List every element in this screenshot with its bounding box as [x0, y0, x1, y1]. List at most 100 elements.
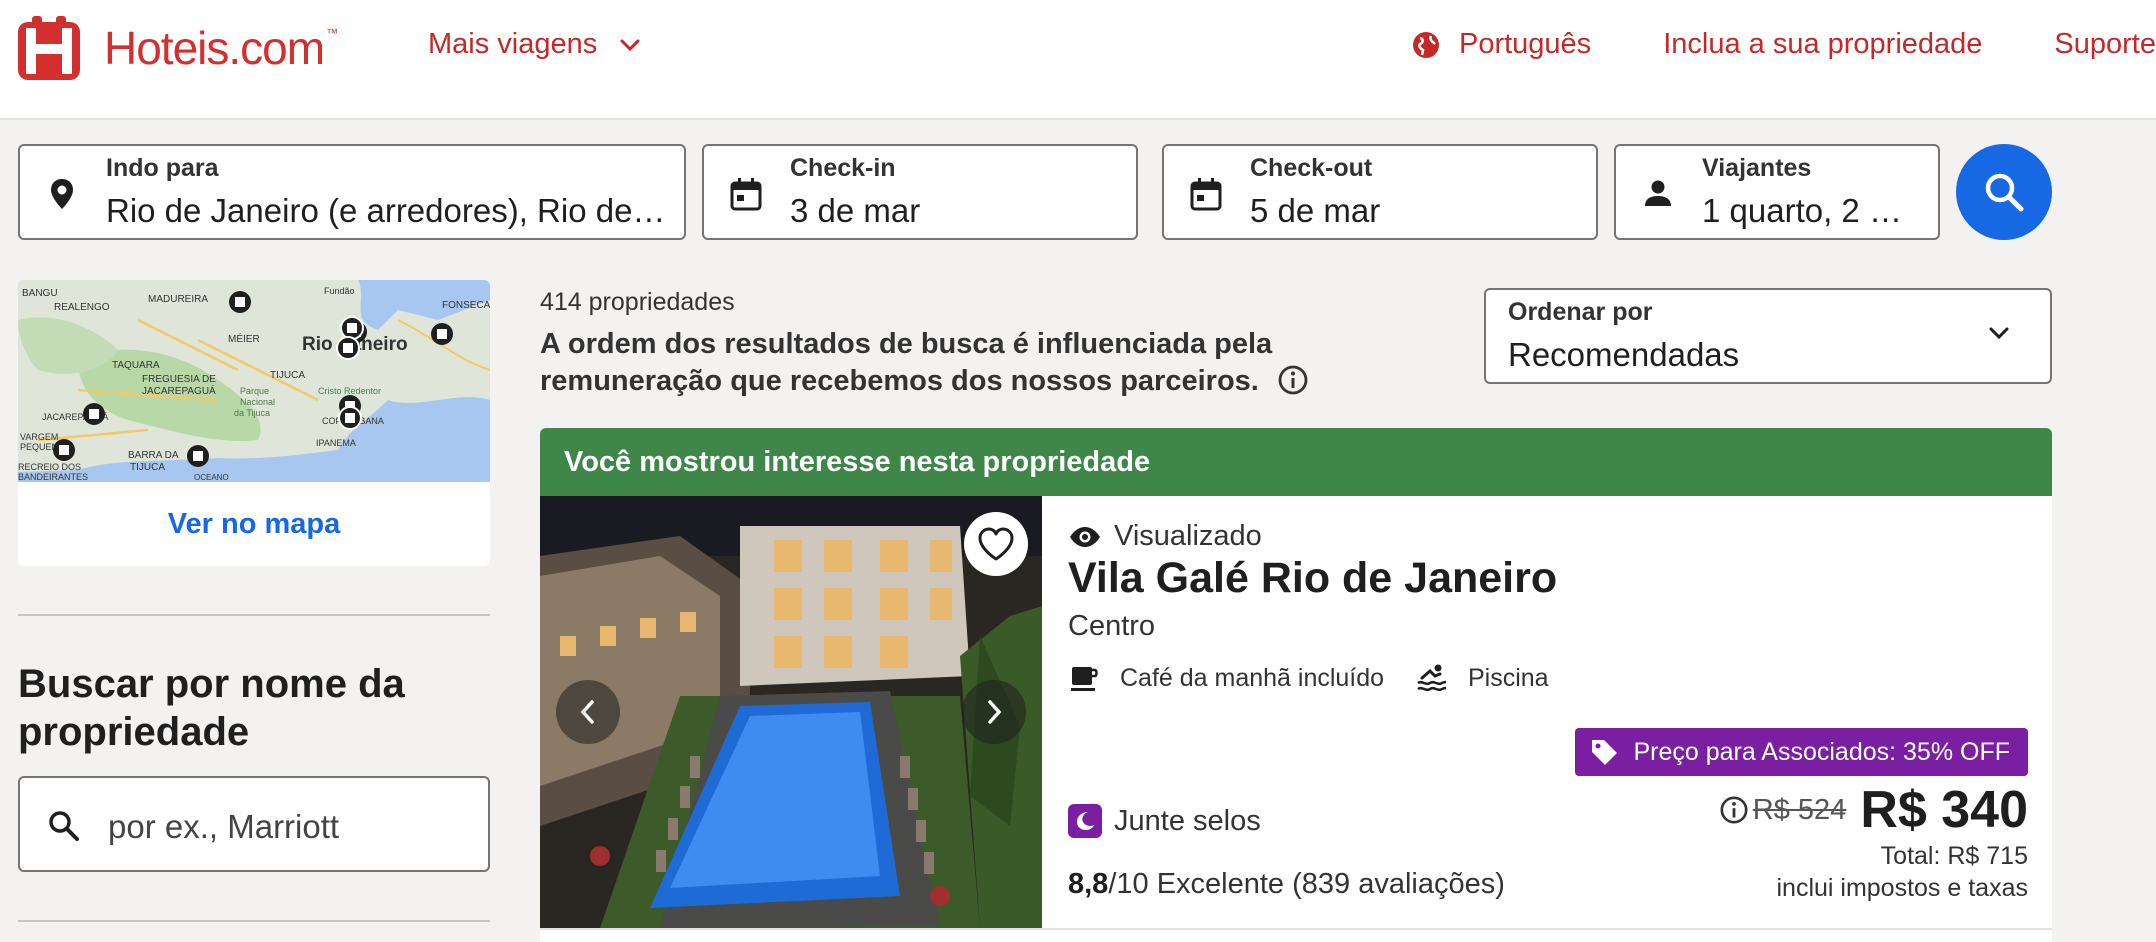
original-price: R$ 524	[1752, 793, 1847, 826]
favorite-button[interactable]	[964, 512, 1028, 576]
heart-icon	[978, 527, 1014, 561]
hotel-pin-icon[interactable]	[53, 439, 75, 461]
map-label-freguesia: FREGUESIA DE	[142, 374, 216, 385]
hotel-pin-icon[interactable]	[340, 316, 364, 340]
hotel-name[interactable]: Vila Galé Rio de Janeiro	[1068, 554, 1557, 603]
map-label-bandeirantes: BANDEIRANTES	[18, 472, 88, 482]
map-label-barra-da: BARRA DA	[128, 450, 179, 461]
map-label-ipanema: IPANEMA	[316, 438, 356, 448]
ranking-disclaimer-text: A ordem dos resultados de busca é influe…	[540, 328, 1273, 397]
hoteis-logo[interactable]: Hoteis.com ™	[18, 16, 338, 80]
results-count: 414 propriedades	[540, 288, 735, 316]
price-row: R$ 524 R$ 340	[1719, 780, 2028, 840]
card-bottom-border	[540, 928, 2052, 930]
checkout-field[interactable]: Check-out 5 de mar	[1162, 144, 1598, 240]
map-label-fundao: Fundão	[324, 286, 355, 296]
more-trips-menu[interactable]: Mais viagens	[428, 28, 641, 61]
sidebar-divider	[18, 614, 490, 616]
map-label-madureira: MADUREIRA	[148, 294, 208, 305]
info-icon[interactable]	[1719, 795, 1749, 825]
search-button[interactable]	[1956, 144, 2052, 240]
map-label-rio: Rio	[302, 334, 333, 355]
search-icon	[1985, 173, 2024, 212]
sidebar-divider	[18, 920, 490, 922]
map-label-vargem: VARGEM	[20, 432, 58, 442]
map-thumbnail[interactable]: BANGU REALENGO MADUREIRA MÉIER Rio Janei…	[18, 280, 490, 482]
hotel-pin-icon[interactable]	[431, 323, 453, 345]
next-photo-button[interactable]	[962, 680, 1026, 744]
property-name-placeholder: por ex., Marriott	[108, 808, 340, 845]
sort-value: Recomendadas	[1508, 336, 1740, 373]
map-label-realengo: REALENGO	[54, 302, 110, 313]
map-label-taquara: TAQUARA	[112, 360, 160, 371]
eye-icon	[1070, 526, 1100, 547]
hotel-pin-icon[interactable]	[229, 291, 251, 313]
destination-field[interactable]: Indo para Rio de Janeiro (e arredores), …	[18, 144, 686, 240]
chevron-down-icon	[1989, 327, 2009, 340]
checkin-field[interactable]: Check-in 3 de mar	[702, 144, 1138, 240]
property-name-input[interactable]: por ex., Marriott	[18, 776, 490, 872]
map-label-da-tijuca: da Tijuca	[234, 408, 270, 418]
tag-icon	[1592, 740, 1618, 765]
property-search-title: Buscar por nome da propriedade	[18, 662, 405, 754]
previous-photo-button[interactable]	[556, 680, 620, 744]
travelers-label: Viajantes	[1702, 154, 1812, 182]
chevron-down-icon	[620, 39, 640, 51]
info-icon[interactable]	[1277, 364, 1309, 396]
chevron-right-icon	[988, 700, 1002, 724]
property-card[interactable]: Visualizado Vila Galé Rio de Janeiro Cen…	[540, 496, 2052, 942]
search-icon	[49, 811, 79, 841]
brand-name: Hoteis.com	[104, 22, 325, 74]
calendar-icon	[1190, 178, 1222, 211]
viewed-indicator: Visualizado	[1068, 520, 1262, 553]
top-header: Hoteis.com ™ Mais viagens Português Incl…	[0, 0, 2156, 120]
calendar-icon	[730, 178, 762, 211]
sort-dropdown[interactable]: Ordenar por Recomendadas	[1484, 288, 2052, 384]
globe-icon	[1412, 31, 1439, 58]
list-property-link[interactable]: Inclua a sua propriedade	[1663, 28, 1982, 61]
more-trips-label: Mais viagens	[428, 28, 598, 60]
current-price: R$ 340	[1860, 781, 2028, 839]
map-card[interactable]: BANGU REALENGO MADUREIRA MÉIER Rio Janei…	[18, 280, 490, 566]
rating-text: /10 Excelente (839 avaliações)	[1108, 868, 1505, 900]
amenity-breakfast: Café da manhã incluído	[1068, 662, 1384, 694]
hotel-pin-icon[interactable]	[187, 445, 209, 467]
hotel-pin-icon[interactable]	[83, 403, 105, 425]
member-price-badge: Preço para Associados: 35% OFF	[1575, 728, 2028, 776]
collect-stamps: Junte selos	[1068, 804, 1261, 838]
moon-stamp-icon	[1068, 804, 1102, 838]
travelers-field[interactable]: Viajantes 1 quarto, 2 viajantes	[1614, 144, 1940, 240]
map-label-parque: Parque	[240, 386, 269, 396]
sort-label: Ordenar por	[1508, 298, 1653, 326]
rating-score: 8,8	[1068, 868, 1109, 900]
amenity-breakfast-label: Café da manhã incluído	[1120, 663, 1385, 692]
language-selector[interactable]: Português	[1411, 28, 1591, 61]
amenity-pool: Piscina	[1416, 662, 1549, 694]
total-price: Total: R$ 715	[1880, 842, 2028, 870]
map-label-cristo-redentor: Cristo Redentor	[318, 386, 381, 396]
map-label-nacional: Nacional	[240, 397, 275, 407]
language-label: Português	[1458, 28, 1592, 60]
member-price-label: Preço para Associados: 35% OFF	[1633, 737, 2010, 766]
property-photo[interactable]	[540, 496, 1042, 928]
person-icon	[1645, 180, 1671, 206]
guest-rating: 8,8/10 Excelente (839 avaliações)	[1068, 868, 1505, 901]
interest-banner: Você mostrou interesse nesta propriedade	[540, 428, 2052, 496]
header-right-nav: Português Inclua a sua propriedade Supor…	[1411, 28, 2156, 61]
hotel-pin-icon[interactable]	[336, 336, 360, 360]
support-link[interactable]: Suporte	[2054, 28, 2156, 61]
map-label-jacarepagua: JACAREPAGUÁ	[142, 384, 216, 397]
destination-label: Indo para	[106, 154, 219, 182]
hotel-area: Centro	[1068, 610, 1156, 642]
brand-trademark: ™	[326, 26, 339, 40]
coffee-cup-icon	[1071, 667, 1098, 691]
collect-stamps-label: Junte selos	[1114, 804, 1261, 837]
checkin-value: 3 de mar	[790, 192, 921, 229]
hotel-pin-icon[interactable]	[338, 406, 362, 430]
map-label-tijuca: TIJUCA	[270, 370, 305, 381]
map-label-oceano: OCEANO	[194, 473, 229, 482]
view-on-map-link[interactable]: Ver no mapa	[18, 482, 490, 566]
pool-swimmer-icon	[1417, 664, 1447, 692]
ranking-disclaimer: A ordem dos resultados de busca é influe…	[540, 326, 1460, 400]
map-label-meier: MÉIER	[228, 332, 260, 345]
